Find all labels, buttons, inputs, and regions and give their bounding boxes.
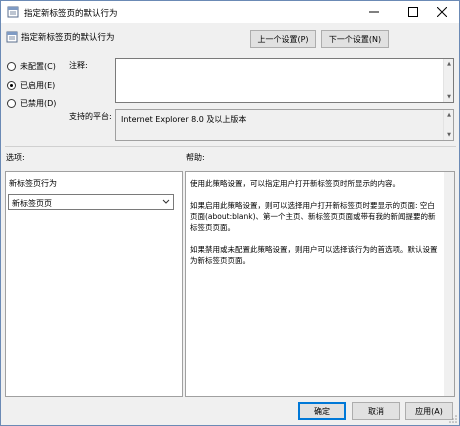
help-paragraph: 如果禁用或未配置此策略设置，则用户可以选择该行为的首选项。默认设置为新标签页页面… [190,245,438,265]
minimize-button[interactable] [357,1,391,23]
options-panel: 新标签页行为 新标签页页 [5,171,183,397]
next-setting-button[interactable]: 下一个设置(N) [321,30,389,48]
window-title: 指定新标签页的默认行为 [24,9,118,19]
radio-circle[interactable] [7,62,16,71]
dropdown-value: 新标签页页 [12,199,52,208]
help-scrollbar[interactable] [444,172,454,396]
ok-button[interactable]: 确定 [298,402,346,420]
options-label: 选项: [6,153,25,162]
radio-label: 已启用(E) [20,81,56,90]
radio-not-configured[interactable]: 未配置(C) [7,61,56,72]
help-paragraph: 使用此策略设置，可以指定用户打开新标签页时所显示的内容。 [190,179,400,188]
platform-label: 支持的平台: [69,112,112,121]
platform-value: Internet Explorer 8.0 及以上版本 [121,115,247,124]
platform-field: Internet Explorer 8.0 及以上版本 ▲ ▼ [115,109,454,141]
maximize-icon [408,7,418,17]
scroll-up-icon[interactable]: ▲ [444,110,454,120]
radio-circle[interactable] [7,81,16,90]
help-text: 使用此策略设置，可以指定用户打开新标签页时所显示的内容。 如果启用此策略设置，则… [190,178,440,277]
minimize-icon [369,11,379,13]
radio-disabled[interactable]: 已禁用(D) [7,98,56,109]
new-tab-behavior-label: 新标签页行为 [9,179,57,188]
radio-enabled[interactable]: 已启用(E) [7,80,55,91]
policy-app-icon [7,6,19,18]
scroll-up-icon[interactable]: ▲ [444,59,454,69]
help-panel: 使用此策略设置，可以指定用户打开新标签页时所显示的内容。 如果启用此策略设置，则… [185,171,455,397]
radio-circle[interactable] [7,99,16,108]
help-paragraph: 如果启用此策略设置，则可以选择用户打开新标签页时要显示的页面: 空白页面(abo… [190,201,436,232]
previous-setting-button[interactable]: 上一个设置(P) [250,30,316,48]
comment-label: 注释: [69,61,88,70]
radio-label: 未配置(C) [20,62,56,71]
section-divider [5,146,456,147]
platform-scrollbar[interactable]: ▲ ▼ [443,110,453,140]
comment-textarea[interactable]: ▲ ▼ [115,58,454,103]
policy-setting-icon [6,31,18,43]
help-label: 帮助: [186,153,205,162]
radio-label: 已禁用(D) [20,99,57,108]
scroll-down-icon[interactable]: ▼ [444,130,454,140]
policy-dialog: 指定新标签页的默认行为 指定新标签页的默认行为 上一个设置(P) 下一个设置(N… [0,0,460,426]
title-bar[interactable]: 指定新标签页的默认行为 [1,1,459,23]
chevron-down-icon [162,199,170,204]
scroll-down-icon[interactable]: ▼ [444,92,454,102]
comment-scrollbar[interactable]: ▲ ▼ [443,59,453,102]
apply-button[interactable]: 应用(A) [405,402,453,420]
policy-name: 指定新标签页的默认行为 [21,33,115,43]
new-tab-behavior-dropdown[interactable]: 新标签页页 [8,194,174,210]
close-button[interactable] [425,1,459,23]
cancel-button[interactable]: 取消 [352,402,400,420]
close-icon [437,7,447,17]
resize-grip-icon[interactable] [449,415,457,423]
